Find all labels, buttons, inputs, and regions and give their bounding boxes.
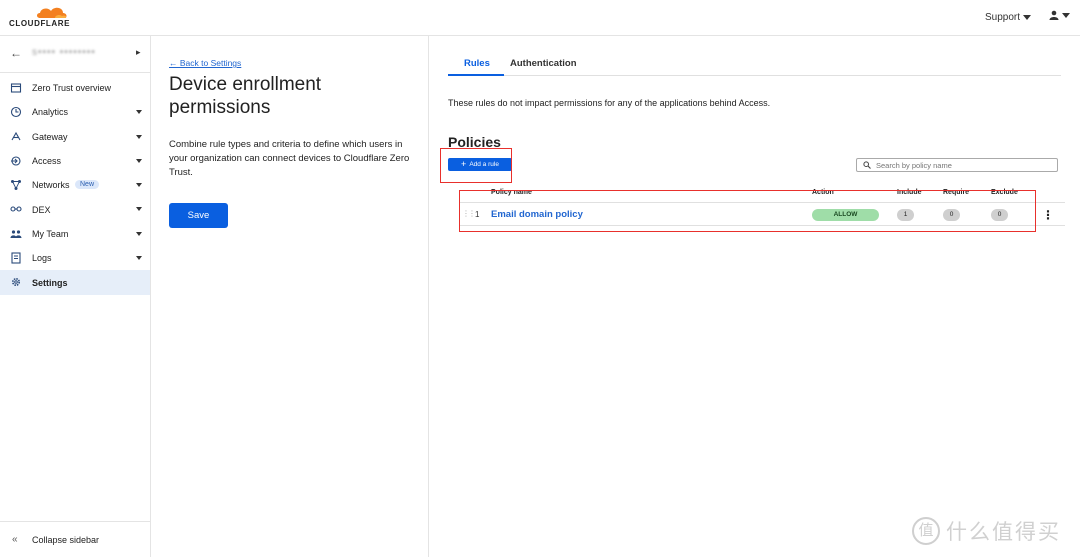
save-button[interactable]: Save [169, 203, 228, 228]
include-count: 1 [897, 209, 914, 221]
sidebar-nav: Zero Trust overview Analytics Gateway Ac… [0, 76, 150, 295]
support-label: Support [985, 12, 1021, 23]
policy-search[interactable] [856, 158, 1058, 172]
column-header-policy-name[interactable]: Policy name [491, 189, 532, 196]
clock-icon [10, 107, 22, 118]
cloud-icon [37, 7, 67, 18]
sidebar-item-label: DEX [32, 204, 51, 215]
sidebar-item-settings[interactable]: Settings [0, 270, 150, 295]
account-switcher[interactable]: ← ѕ•••• •••••••• ▸ [0, 42, 150, 64]
home-icon [10, 83, 22, 93]
chevron-down-icon [1023, 15, 1032, 20]
support-menu[interactable]: Support [985, 12, 1032, 23]
drag-handle-icon[interactable]: ⋮⋮ [462, 209, 476, 218]
sidebar-item-my-team[interactable]: My Team [0, 222, 150, 246]
gear-icon [11, 278, 21, 287]
double-chevron-left-icon: « [12, 534, 18, 545]
more-options-icon[interactable]: ⋮ [1042, 208, 1054, 222]
chevron-down-icon [136, 110, 142, 115]
rules-panel: Rules Authentication These rules do not … [430, 36, 1080, 557]
search-icon [863, 161, 871, 169]
chevron-down-icon [136, 256, 142, 261]
column-header-include[interactable]: Include [897, 189, 922, 196]
table-row: ⋮⋮ 1 Email domain policy ALLOW 1 0 0 ⋮ [460, 202, 1065, 226]
back-to-settings-link[interactable]: ← Back to Settings [169, 58, 241, 68]
sidebar-item-label: Zero Trust overview [32, 83, 112, 94]
sidebar: ← ѕ•••• •••••••• ▸ Zero Trust overview A… [0, 36, 151, 557]
chevron-down-icon [136, 231, 142, 236]
chevron-down-icon [1062, 12, 1070, 18]
page-description: Combine rule types and criteria to defin… [169, 139, 410, 178]
account-name: ѕ•••• •••••••• [32, 47, 96, 58]
tab-rules[interactable]: Rules [464, 58, 490, 69]
sidebar-item-logs[interactable]: Logs [0, 246, 150, 270]
sidebar-item-access[interactable]: Access [0, 149, 150, 173]
sidebar-item-gateway[interactable]: Gateway [0, 125, 150, 149]
policies-heading: Policies [448, 134, 501, 150]
rules-info-text: These rules do not impact permissions fo… [448, 98, 771, 108]
sidebar-item-label: Analytics [32, 107, 69, 118]
access-icon [11, 156, 21, 166]
plus-icon: + [461, 159, 467, 169]
column-header-exclude[interactable]: Exclude [991, 189, 1018, 196]
add-rule-button[interactable]: + Add a rule [448, 158, 512, 171]
sidebar-item-zero-trust-overview[interactable]: Zero Trust overview [0, 76, 150, 100]
divider [0, 72, 150, 73]
sidebar-item-label: Networks [32, 180, 70, 191]
policy-name-link[interactable]: Email domain policy [491, 209, 583, 220]
logs-icon [11, 252, 21, 264]
page-title: Device enrollment permissions [169, 74, 322, 118]
chevron-right-icon: ▸ [136, 47, 141, 57]
row-number: 1 [475, 210, 480, 219]
chevron-down-icon [136, 183, 142, 188]
sidebar-item-dex[interactable]: DEX [0, 197, 150, 221]
exclude-count: 0 [991, 209, 1008, 221]
top-bar: CLOUDFLARE Support [0, 0, 1080, 36]
tab-authentication[interactable]: Authentication [510, 58, 577, 69]
team-icon [10, 230, 22, 238]
sidebar-item-label: Settings [32, 277, 68, 288]
column-header-action[interactable]: Action [812, 189, 834, 196]
watermark-logo: 值 [912, 517, 940, 545]
sidebar-item-networks[interactable]: Networks New [0, 173, 150, 197]
new-badge: New [75, 180, 100, 190]
sidebar-item-label: Logs [32, 253, 52, 264]
sidebar-item-label: Gateway [32, 131, 68, 142]
gateway-icon [11, 131, 21, 140]
require-count: 0 [943, 209, 960, 221]
search-input[interactable] [876, 160, 1051, 170]
action-badge: ALLOW [812, 209, 879, 221]
user-icon [1049, 10, 1059, 20]
watermark: 值 什么值得买 [912, 516, 1061, 546]
chevron-down-icon [136, 134, 142, 139]
app-root: CLOUDFLARE Support ← ѕ•••• •••••••• ▸ Ze… [0, 0, 1080, 557]
settings-detail-panel: ← Back to Settings Device enrollment per… [151, 36, 429, 557]
logo-text: CLOUDFLARE [9, 19, 71, 28]
cloudflare-logo[interactable]: CLOUDFLARE [9, 5, 73, 31]
sidebar-item-label: Access [32, 156, 62, 167]
back-arrow-icon[interactable]: ← [10, 46, 22, 60]
chevron-down-icon [136, 158, 142, 163]
add-rule-label: Add a rule [469, 161, 499, 168]
collapse-sidebar-button[interactable]: « Collapse sidebar [0, 521, 150, 557]
networks-icon [11, 180, 21, 191]
chevron-down-icon [136, 207, 142, 212]
user-menu[interactable] [1049, 10, 1070, 20]
column-header-require[interactable]: Require [943, 189, 969, 196]
sidebar-item-label: My Team [32, 228, 69, 239]
dex-icon [10, 206, 22, 213]
active-tab-indicator [448, 74, 504, 76]
sidebar-item-analytics[interactable]: Analytics [0, 100, 150, 124]
watermark-text: 什么值得买 [946, 521, 1061, 544]
collapse-sidebar-label: Collapse sidebar [32, 535, 100, 545]
tab-bar: Rules Authentication [448, 53, 1061, 76]
